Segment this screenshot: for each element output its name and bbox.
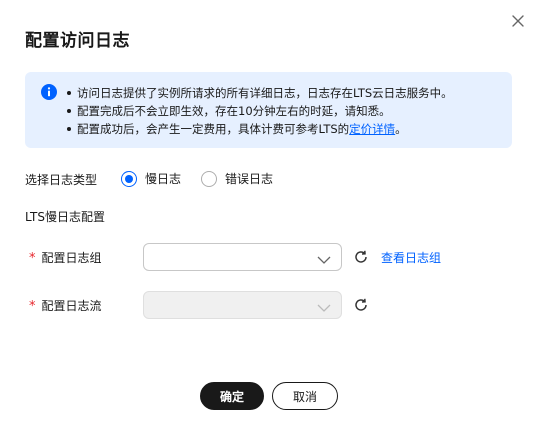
refresh-log-stream-icon[interactable] — [353, 297, 369, 313]
access-log-dialog: 配置访问日志 访问日志提供了实例所请求的所有详细日志，日志存在LTS云日志服务中… — [0, 0, 538, 433]
section-title: LTS慢日志配置 — [25, 210, 105, 224]
radio-label: 错误日志 — [225, 172, 274, 186]
required-mark: * — [29, 251, 36, 266]
bullet-dot — [67, 126, 71, 131]
notice-text: 配置完成后不会立即生效，存在10分钟左右的时延，请知悉。 — [77, 104, 391, 118]
view-log-group-link[interactable]: 查看日志组 — [381, 249, 441, 266]
notice-text: 访问日志提供了实例所请求的所有详细日志，日志存在LTS云日志服务中。 — [77, 86, 453, 100]
close-icon[interactable] — [509, 12, 527, 30]
radio-circle — [201, 170, 217, 187]
radio-error-log[interactable]: 错误日志 — [201, 170, 273, 187]
confirm-button[interactable]: 确定 — [200, 382, 264, 410]
notice-text: 。 — [395, 122, 407, 136]
radio-slow-log[interactable]: 慢日志 — [121, 170, 181, 187]
chevron-down-icon — [317, 299, 331, 312]
info-icon — [41, 84, 57, 100]
radio-label: 慢日志 — [145, 172, 182, 186]
log-group-label-row: * 配置日志组 — [29, 249, 102, 266]
log-type-label: 选择日志类型 — [25, 173, 98, 187]
log-stream-label-row: * 配置日志流 — [29, 297, 102, 314]
info-notice: 访问日志提供了实例所请求的所有详细日志，日志存在LTS云日志服务中。 配置完成后… — [25, 72, 512, 148]
pricing-details-link[interactable]: 定价详情 — [349, 122, 395, 136]
notice-line-2: 配置完成后不会立即生效，存在10分钟左右的时延，请知悉。 — [65, 102, 453, 120]
cancel-button[interactable]: 取消 — [272, 382, 338, 410]
notice-text: 配置成功后，会产生一定费用，具体计费可参考LTS的 — [77, 122, 350, 136]
dialog-title: 配置访问日志 — [25, 31, 130, 51]
radio-circle — [121, 170, 137, 187]
log-stream-label: 配置日志流 — [41, 299, 102, 313]
log-group-label: 配置日志组 — [41, 251, 102, 265]
notice-line-1: 访问日志提供了实例所请求的所有详细日志，日志存在LTS云日志服务中。 — [65, 84, 453, 102]
bullet-dot — [67, 90, 71, 95]
notice-line-3: 配置成功后，会产生一定费用，具体计费可参考LTS的定价详情。 — [65, 120, 453, 138]
log-group-select[interactable] — [143, 243, 342, 271]
chevron-down-icon — [317, 251, 331, 264]
log-stream-select[interactable] — [143, 291, 342, 319]
refresh-log-group-icon[interactable] — [353, 249, 369, 265]
required-mark: * — [29, 299, 36, 314]
bullet-dot — [67, 108, 71, 113]
